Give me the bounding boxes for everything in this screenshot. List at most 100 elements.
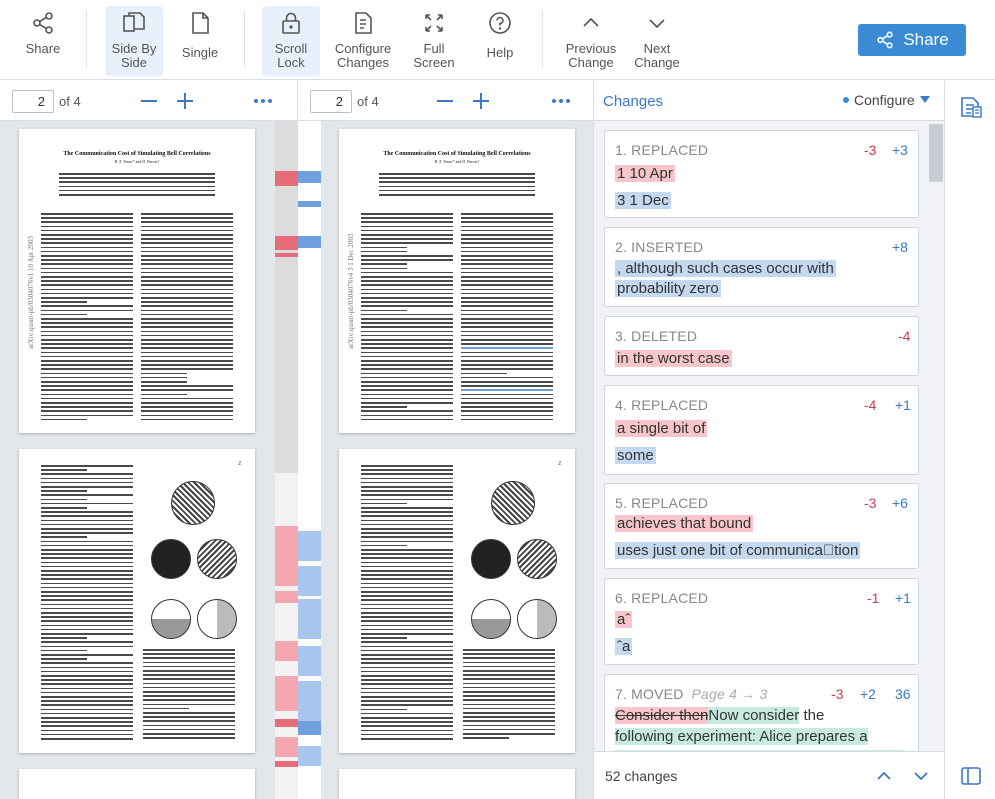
changes-list[interactable]: 1. REPLACED -3 +3 1 10 Apr 3 1 Dec 2. IN… xyxy=(594,121,944,751)
text-line xyxy=(143,666,235,668)
full-screen-button[interactable]: Full Screen xyxy=(410,6,458,76)
change-card[interactable]: 3. DELETED -4 in the worst case xyxy=(604,316,919,376)
text-line xyxy=(59,194,215,196)
text-line xyxy=(379,194,535,196)
minimap-change-mark[interactable] xyxy=(275,676,298,711)
zoom-in-icon[interactable] xyxy=(471,91,491,111)
help-icon xyxy=(487,10,513,36)
minimap-change-mark[interactable] xyxy=(298,646,321,676)
text-line xyxy=(379,190,535,192)
text-line xyxy=(141,322,233,324)
chevron-up-icon[interactable] xyxy=(875,767,893,785)
change-minimap[interactable] xyxy=(275,121,321,799)
minimap-change-mark[interactable] xyxy=(298,201,321,207)
minimap-change-mark[interactable] xyxy=(298,599,321,639)
text-line xyxy=(41,625,133,627)
right-document-pane[interactable]: arXiv:quant-ph/0304076v4 3 1 Dec 2003 Th… xyxy=(321,121,593,799)
text-line xyxy=(41,704,133,706)
panel-toggle-icon[interactable] xyxy=(961,767,981,785)
text-line xyxy=(361,238,453,240)
text-line xyxy=(463,695,555,697)
change-card[interactable]: 1. REPLACED -3 +3 1 10 Apr 3 1 Dec xyxy=(604,130,919,218)
minimap-change-mark[interactable] xyxy=(275,253,298,257)
minimap-change-mark[interactable] xyxy=(275,591,298,603)
minimap-change-mark[interactable] xyxy=(275,737,298,757)
text-line xyxy=(361,730,453,732)
text-line xyxy=(141,289,233,291)
right-page-input[interactable]: 2 xyxy=(310,90,352,113)
changes-rail-tab[interactable] xyxy=(945,81,995,133)
configure-changes-button[interactable]: Configure Changes xyxy=(334,6,392,76)
left-page-2: 2 xyxy=(19,449,255,753)
text-line xyxy=(41,725,133,727)
text-line xyxy=(41,352,133,354)
changes-scrollbar[interactable] xyxy=(928,121,944,751)
left-page-input[interactable]: 2 xyxy=(12,90,54,113)
text-line xyxy=(41,700,133,702)
minimap-change-mark[interactable] xyxy=(298,171,321,183)
minimap-change-mark[interactable] xyxy=(275,236,298,250)
text-line xyxy=(461,326,553,328)
minimap-change-mark[interactable] xyxy=(275,526,298,586)
text-line xyxy=(141,301,233,303)
next-change-button[interactable]: Next Change xyxy=(630,6,684,76)
minimap-change-mark[interactable] xyxy=(298,746,321,766)
minimap-change-mark[interactable] xyxy=(275,641,298,661)
minimap-change-mark[interactable] xyxy=(275,171,298,186)
zoom-in-icon[interactable] xyxy=(175,91,195,111)
help-button[interactable]: Help xyxy=(480,6,520,76)
share-tool[interactable]: Share xyxy=(22,6,64,76)
text-line xyxy=(141,410,233,412)
change-card[interactable]: 2. INSERTED +8 , although such cases occ… xyxy=(604,227,919,307)
minimap-change-mark[interactable] xyxy=(298,531,321,561)
text-line xyxy=(461,247,553,249)
minimap-change-mark[interactable] xyxy=(298,236,321,248)
text-line xyxy=(361,473,453,475)
text-line xyxy=(41,721,133,723)
change-card[interactable]: 4. REPLACED -4 +1 a single bit of some xyxy=(604,385,919,475)
left-document-pane[interactable]: arXiv:quant-ph/0304076v1 10 Apr 2003 The… xyxy=(0,121,275,799)
zoom-out-icon[interactable] xyxy=(435,91,455,111)
change-card[interactable]: 7. MOVED Page 4 → 3 -3 +2 36 Consider the… xyxy=(604,674,919,751)
zoom-out-icon[interactable] xyxy=(139,91,159,111)
text-line xyxy=(463,737,509,739)
single-button[interactable]: Single xyxy=(176,6,224,76)
text-line xyxy=(361,692,453,694)
text-line xyxy=(461,394,553,396)
chevron-down-icon[interactable] xyxy=(912,767,930,785)
text-line xyxy=(143,720,235,722)
text-line xyxy=(41,272,133,274)
minimap-change-mark[interactable] xyxy=(275,719,298,727)
changes-scroll-thumb[interactable] xyxy=(929,124,943,182)
more-options-icon[interactable] xyxy=(551,91,571,111)
text-line xyxy=(463,733,555,735)
text-line xyxy=(361,562,453,564)
configure-dropdown[interactable]: Configure xyxy=(843,92,930,108)
text-line xyxy=(461,293,553,295)
change-title: 1. REPLACED xyxy=(615,142,708,158)
text-line xyxy=(463,720,555,722)
text-line xyxy=(361,398,453,400)
text-line xyxy=(41,587,133,589)
text-line xyxy=(143,657,235,659)
minimap-change-mark[interactable] xyxy=(298,566,321,596)
text-line xyxy=(41,595,133,597)
minimap-change-mark[interactable] xyxy=(298,721,321,735)
previous-change-button[interactable]: Previous Change xyxy=(562,6,620,76)
more-options-icon[interactable] xyxy=(253,91,273,111)
added-count: +8 xyxy=(892,239,908,255)
left-page-total: of 4 xyxy=(59,94,81,109)
scroll-lock-button[interactable]: Scroll Lock xyxy=(262,6,320,76)
minimap-change-mark[interactable] xyxy=(275,761,298,767)
text-line xyxy=(41,536,87,538)
share-button[interactable]: Share xyxy=(858,24,966,56)
text-line xyxy=(41,620,133,622)
change-card[interactable]: 5. REPLACED -3 +6 achieves that bound us… xyxy=(604,483,919,569)
text-line xyxy=(463,662,555,664)
removed-count: -4 xyxy=(864,397,876,413)
text-line xyxy=(461,331,553,333)
change-card[interactable]: 6. REPLACED -1 +1 aˆ ˆa xyxy=(604,578,919,665)
text-line xyxy=(141,385,233,387)
side-by-side-button[interactable]: Side By Side xyxy=(105,6,163,76)
text-line xyxy=(461,280,553,282)
